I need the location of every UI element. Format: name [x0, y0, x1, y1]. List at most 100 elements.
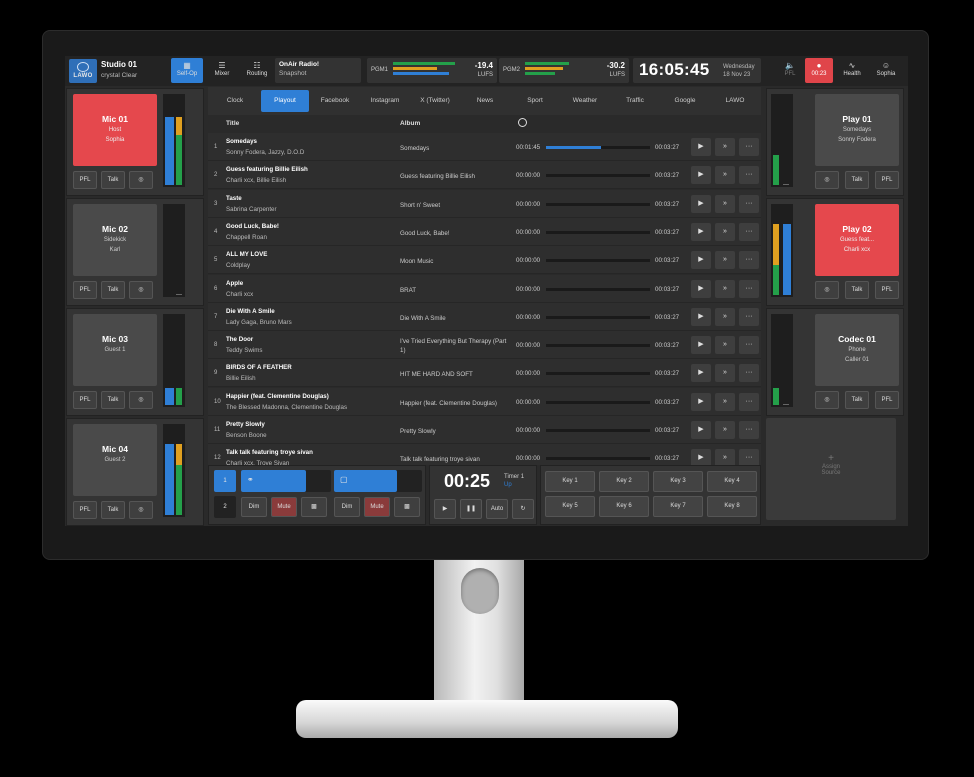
next-button[interactable]: »: [715, 251, 735, 270]
next-button[interactable]: »: [715, 166, 735, 185]
more-button[interactable]: ···: [739, 166, 759, 185]
talkback-button-2[interactable]: ▩: [394, 497, 420, 517]
tab-traffic[interactable]: Traffic: [611, 90, 659, 112]
table-row[interactable]: 4 Good Luck, Babe! Chappell Roan Good Luck,…: [208, 217, 761, 246]
tab-x-twitter[interactable]: X (Twitter): [411, 90, 459, 112]
dim-button-2[interactable]: Dim: [334, 497, 360, 517]
monitor-select-2[interactable]: 2: [214, 496, 236, 518]
settings-button[interactable]: ◎: [815, 391, 839, 409]
channel-fader-pad[interactable]: Codec 01 Phone Caller 01: [815, 314, 899, 386]
key-button[interactable]: Key 4: [707, 471, 757, 492]
channel-fader-pad[interactable]: Mic 02 Sidekick Karl: [73, 204, 157, 276]
channel-fader-pad[interactable]: Mic 01 Host Sophia: [73, 94, 157, 166]
speaker-fader[interactable]: ▢: [334, 470, 422, 492]
key-button[interactable]: Key 1: [545, 471, 595, 492]
mixer-button[interactable]: ☰ Mixer: [206, 58, 238, 83]
pfl-button[interactable]: PFL: [73, 391, 97, 409]
channel-fader-pad[interactable]: Play 01 Somedays Sonny Fodera: [815, 94, 899, 166]
talk-button[interactable]: Talk: [101, 391, 125, 409]
play-button[interactable]: ▶: [691, 449, 711, 465]
settings-button[interactable]: ◎: [129, 281, 153, 299]
more-button[interactable]: ···: [739, 279, 759, 298]
table-row[interactable]: 3 Taste Sabrina Carpenter Short n' Sweet 00:…: [208, 189, 761, 218]
tab-playout[interactable]: Playout: [261, 90, 309, 112]
key-button[interactable]: Key 6: [599, 496, 649, 517]
tab-instagram[interactable]: Instagram: [361, 90, 409, 112]
play-button[interactable]: ▶: [691, 307, 711, 326]
pfl-button[interactable]: PFL: [73, 501, 97, 519]
key-button[interactable]: Key 5: [545, 496, 595, 517]
talkback-button-1[interactable]: ▩: [301, 497, 327, 517]
play-button[interactable]: ▶: [691, 138, 711, 156]
health-button[interactable]: ∿ Health: [837, 58, 867, 83]
next-button[interactable]: »: [715, 449, 735, 465]
next-button[interactable]: »: [715, 138, 735, 156]
more-button[interactable]: ···: [739, 251, 759, 270]
tab-weather[interactable]: Weather: [561, 90, 609, 112]
settings-button[interactable]: ◎: [129, 171, 153, 189]
next-button[interactable]: »: [715, 307, 735, 326]
more-button[interactable]: ···: [739, 364, 759, 383]
more-button[interactable]: ···: [739, 449, 759, 465]
self-op-button[interactable]: ▦ Self-Op: [171, 58, 203, 83]
play-button[interactable]: ▶: [691, 421, 711, 439]
headphone-fader[interactable]: ⚭: [241, 470, 331, 492]
table-row[interactable]: 11 Pretty Slowly Benson Boone Pretty Slowly…: [208, 416, 761, 444]
settings-button[interactable]: ◎: [815, 171, 839, 189]
more-button[interactable]: ···: [739, 194, 759, 213]
timer-auto-button[interactable]: Auto: [486, 499, 508, 519]
table-row[interactable]: 10 Happier (feat. Clementine Douglas) The …: [208, 387, 761, 416]
next-button[interactable]: »: [715, 336, 735, 355]
play-button[interactable]: ▶: [691, 194, 711, 213]
timer-reset-button[interactable]: ↻: [512, 499, 534, 519]
play-button[interactable]: ▶: [691, 392, 711, 411]
table-row[interactable]: 1 Somedays Sonny Fodera, Jazzy, D.O.D Somed…: [208, 133, 761, 161]
settings-button[interactable]: ◎: [129, 391, 153, 409]
more-button[interactable]: ···: [739, 392, 759, 411]
tab-facebook[interactable]: Facebook: [311, 90, 359, 112]
table-row[interactable]: 9 BIRDS OF A FEATHER Billie Eilish HIT ME H…: [208, 359, 761, 388]
settings-button[interactable]: ◎: [129, 501, 153, 519]
onair-mic-indicator[interactable]: ● 00:23: [805, 58, 833, 83]
next-button[interactable]: »: [715, 279, 735, 298]
channel-fader-pad[interactable]: Mic 04 Guest 2: [73, 424, 157, 496]
key-button[interactable]: Key 7: [653, 496, 703, 517]
tab-lawo[interactable]: LAWO: [711, 90, 759, 112]
monitor-select-1[interactable]: 1: [214, 470, 236, 492]
play-button[interactable]: ▶: [691, 336, 711, 355]
dim-button-1[interactable]: Dim: [241, 497, 267, 517]
next-button[interactable]: »: [715, 194, 735, 213]
snapshot-panel[interactable]: OnAir Radio! Snapshot: [275, 58, 361, 83]
key-button[interactable]: Key 8: [707, 496, 757, 517]
table-row[interactable]: 6 Apple Charli xcx BRAT 00:00:00 00:03:27 ▶» ··…: [208, 274, 761, 303]
talk-button[interactable]: Talk: [101, 501, 125, 519]
tab-clock[interactable]: Clock: [211, 90, 259, 112]
user-button[interactable]: ☺ Sophia: [869, 58, 903, 83]
next-button[interactable]: »: [715, 222, 735, 241]
pfl-button[interactable]: PFL: [73, 281, 97, 299]
play-button[interactable]: ▶: [691, 166, 711, 185]
pfl-button[interactable]: PFL: [875, 171, 899, 189]
channel-fader-pad[interactable]: Play 02 Guess feat... Charli xcx: [815, 204, 899, 276]
next-button[interactable]: »: [715, 421, 735, 439]
pfl-button[interactable]: PFL: [875, 281, 899, 299]
timer-pause-button[interactable]: ❚❚: [460, 499, 482, 519]
mute-button-2[interactable]: Mute: [364, 497, 390, 517]
table-row[interactable]: 8 The Door Teddy Swims I've Tried Everythin…: [208, 331, 761, 360]
mute-button-1[interactable]: Mute: [271, 497, 297, 517]
table-row[interactable]: 5 ALL MY LOVE Coldplay Moon Music 00:00:00 00…: [208, 246, 761, 275]
more-button[interactable]: ···: [739, 336, 759, 355]
routing-button[interactable]: ☷ Routing: [241, 58, 273, 83]
tab-news[interactable]: News: [461, 90, 509, 112]
table-row[interactable]: 7 Die With A Smile Lady Gaga, Bruno Mars Di…: [208, 302, 761, 331]
key-button[interactable]: Key 3: [653, 471, 703, 492]
pfl-button[interactable]: PFL: [73, 171, 97, 189]
pfl-top-button[interactable]: 🔈 PFL: [775, 58, 805, 83]
talk-button[interactable]: Talk: [101, 171, 125, 189]
play-button[interactable]: ▶: [691, 364, 711, 383]
next-button[interactable]: »: [715, 364, 735, 383]
play-button[interactable]: ▶: [691, 222, 711, 241]
tab-google[interactable]: Google: [661, 90, 709, 112]
pfl-button[interactable]: PFL: [875, 391, 899, 409]
next-button[interactable]: »: [715, 392, 735, 411]
